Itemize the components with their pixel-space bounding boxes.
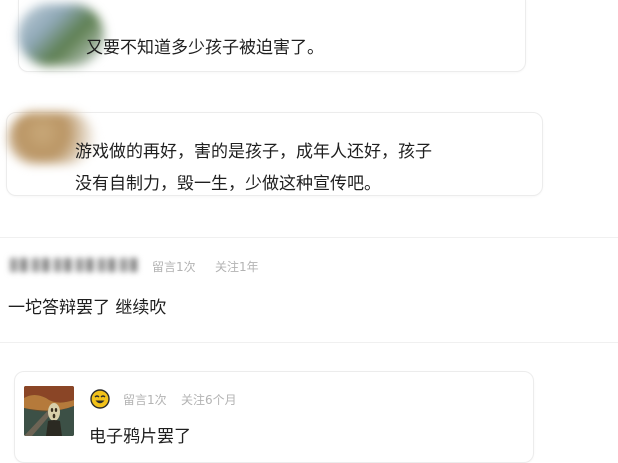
comment-text: 一坨答辩罢了 继续吹 <box>8 298 167 318</box>
comment-text-line-2: 没有自制力，毁一生，少做这种宣传吧。 <box>75 174 381 194</box>
comment-count: 留言1次 <box>123 393 167 407</box>
comment-text-line-1: 游戏做的再好，害的是孩子，成年人还好，孩子 <box>75 142 432 162</box>
comment-count: 留言1次 <box>152 260 196 274</box>
follow-duration: 关注1年 <box>215 260 259 274</box>
avatar[interactable] <box>24 386 74 436</box>
comment-text: 电子鸦片罢了 <box>89 427 191 447</box>
follow-duration: 关注6个月 <box>181 393 237 407</box>
emoji-face-icon <box>90 389 110 409</box>
comment-text: 又要不知道多少孩子被迫害了。 <box>86 38 324 58</box>
divider <box>0 342 618 343</box>
divider <box>0 237 618 238</box>
username[interactable] <box>10 258 138 272</box>
